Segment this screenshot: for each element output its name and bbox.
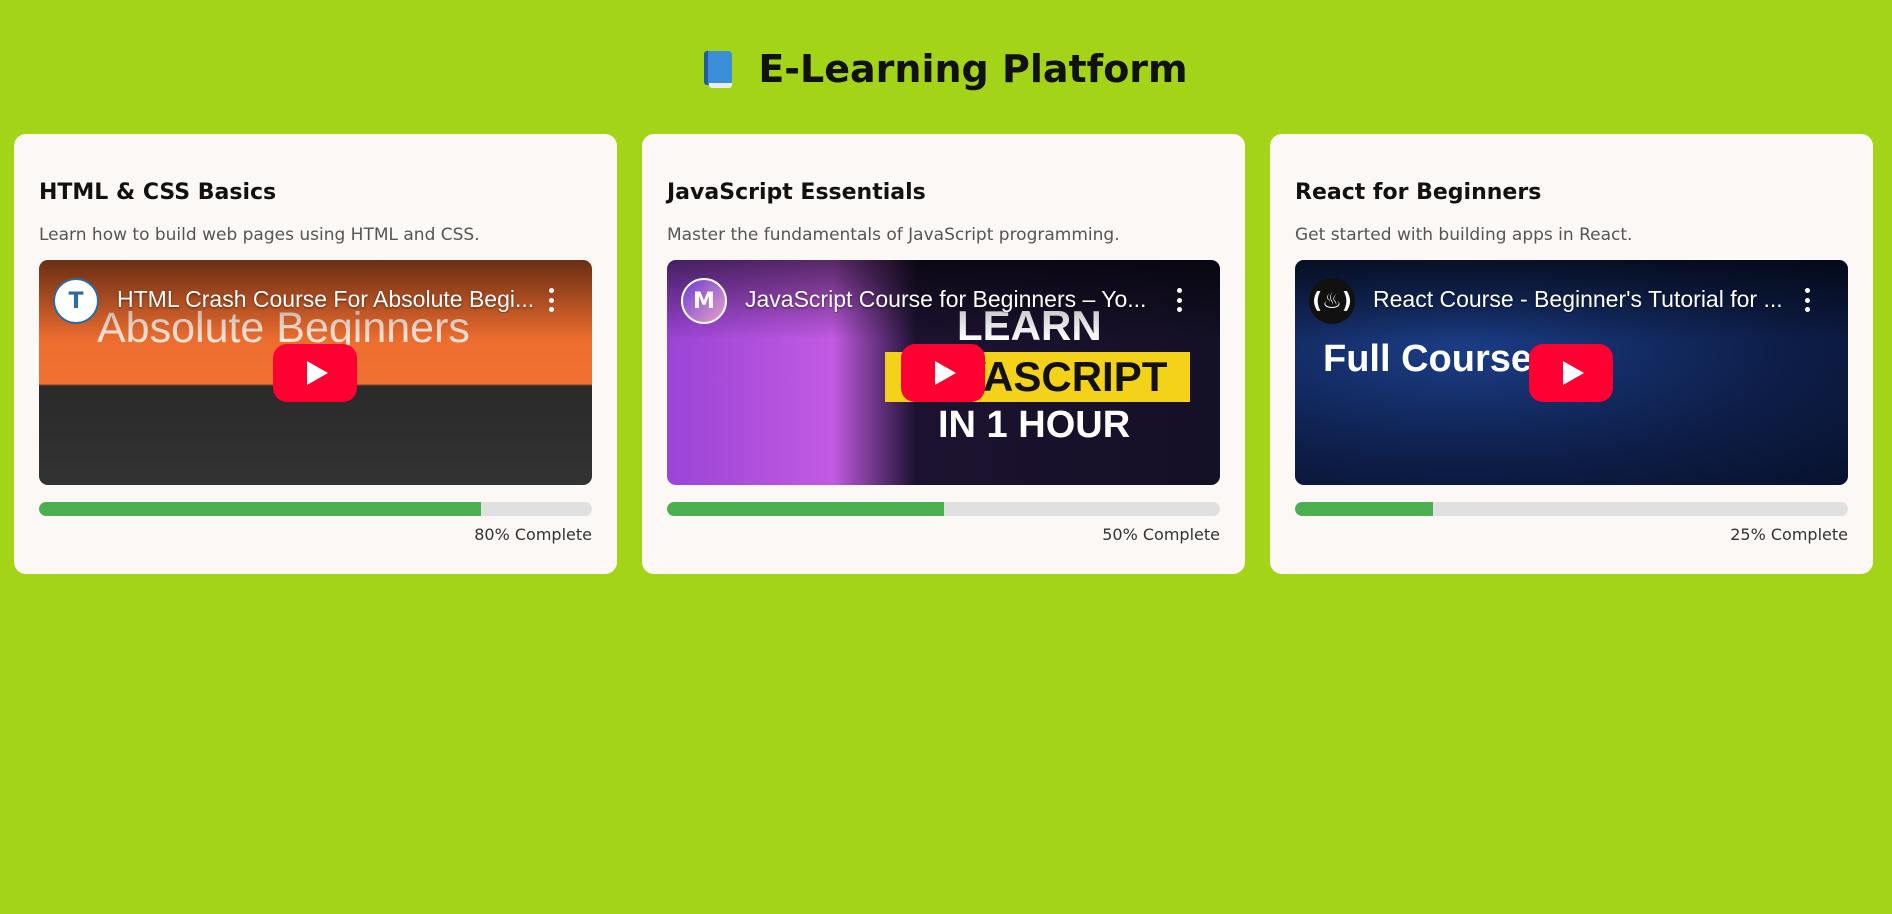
course-title: HTML & CSS Basics [39, 180, 277, 205]
more-options-icon[interactable] [1804, 288, 1810, 312]
video-title[interactable]: React Course - Beginner's Tutorial for .… [1373, 286, 1793, 313]
thumbnail-text: Full Course [1323, 338, 1533, 380]
video-title[interactable]: HTML Crash Course For Absolute Begi... [117, 286, 537, 313]
course-card: React for Beginners Get started with bui… [1270, 134, 1873, 574]
channel-avatar[interactable]: (♨) [1309, 278, 1355, 324]
progress-fill [1295, 502, 1434, 516]
book-icon [704, 50, 734, 88]
progress-label: 80% Complete [474, 525, 592, 544]
play-button[interactable] [273, 344, 357, 402]
course-card: JavaScript Essentials Master the fundame… [642, 134, 1245, 574]
thumbnail-text: IN 1 HOUR [938, 404, 1131, 446]
video-player[interactable]: Absolute Beginners T HTML Crash Course F… [39, 260, 592, 485]
progress-bar [1295, 502, 1848, 516]
page-title-text: E-Learning Platform [758, 47, 1188, 91]
page-title: E-Learning Platform [704, 47, 1188, 91]
course-description: Learn how to build web pages using HTML … [39, 225, 480, 245]
video-title[interactable]: JavaScript Course for Beginners – Yo... [745, 286, 1165, 313]
course-title: React for Beginners [1295, 180, 1542, 205]
progress-bar [39, 502, 592, 516]
course-card: HTML & CSS Basics Learn how to build web… [14, 134, 617, 574]
page-header: E-Learning Platform [0, 0, 1892, 134]
more-options-icon[interactable] [1176, 288, 1182, 312]
progress-bar [667, 502, 1220, 516]
course-description: Master the fundamentals of JavaScript pr… [667, 225, 1120, 245]
course-list: HTML & CSS Basics Learn how to build web… [0, 134, 1892, 574]
play-button[interactable] [901, 344, 985, 402]
video-player[interactable]: Full Course (♨) React Course - Beginner'… [1295, 260, 1848, 485]
course-title: JavaScript Essentials [667, 180, 926, 205]
course-description: Get started with building apps in React. [1295, 225, 1633, 245]
progress-fill [667, 502, 944, 516]
progress-fill [39, 502, 482, 516]
progress-label: 25% Complete [1730, 525, 1848, 544]
play-button[interactable] [1529, 344, 1613, 402]
more-options-icon[interactable] [548, 288, 554, 312]
progress-label: 50% Complete [1102, 525, 1220, 544]
channel-avatar[interactable]: T [53, 278, 99, 324]
video-player[interactable]: LEARN JAVASCRIPT IN 1 HOUR M JavaScript … [667, 260, 1220, 485]
channel-avatar[interactable]: M [681, 278, 727, 324]
